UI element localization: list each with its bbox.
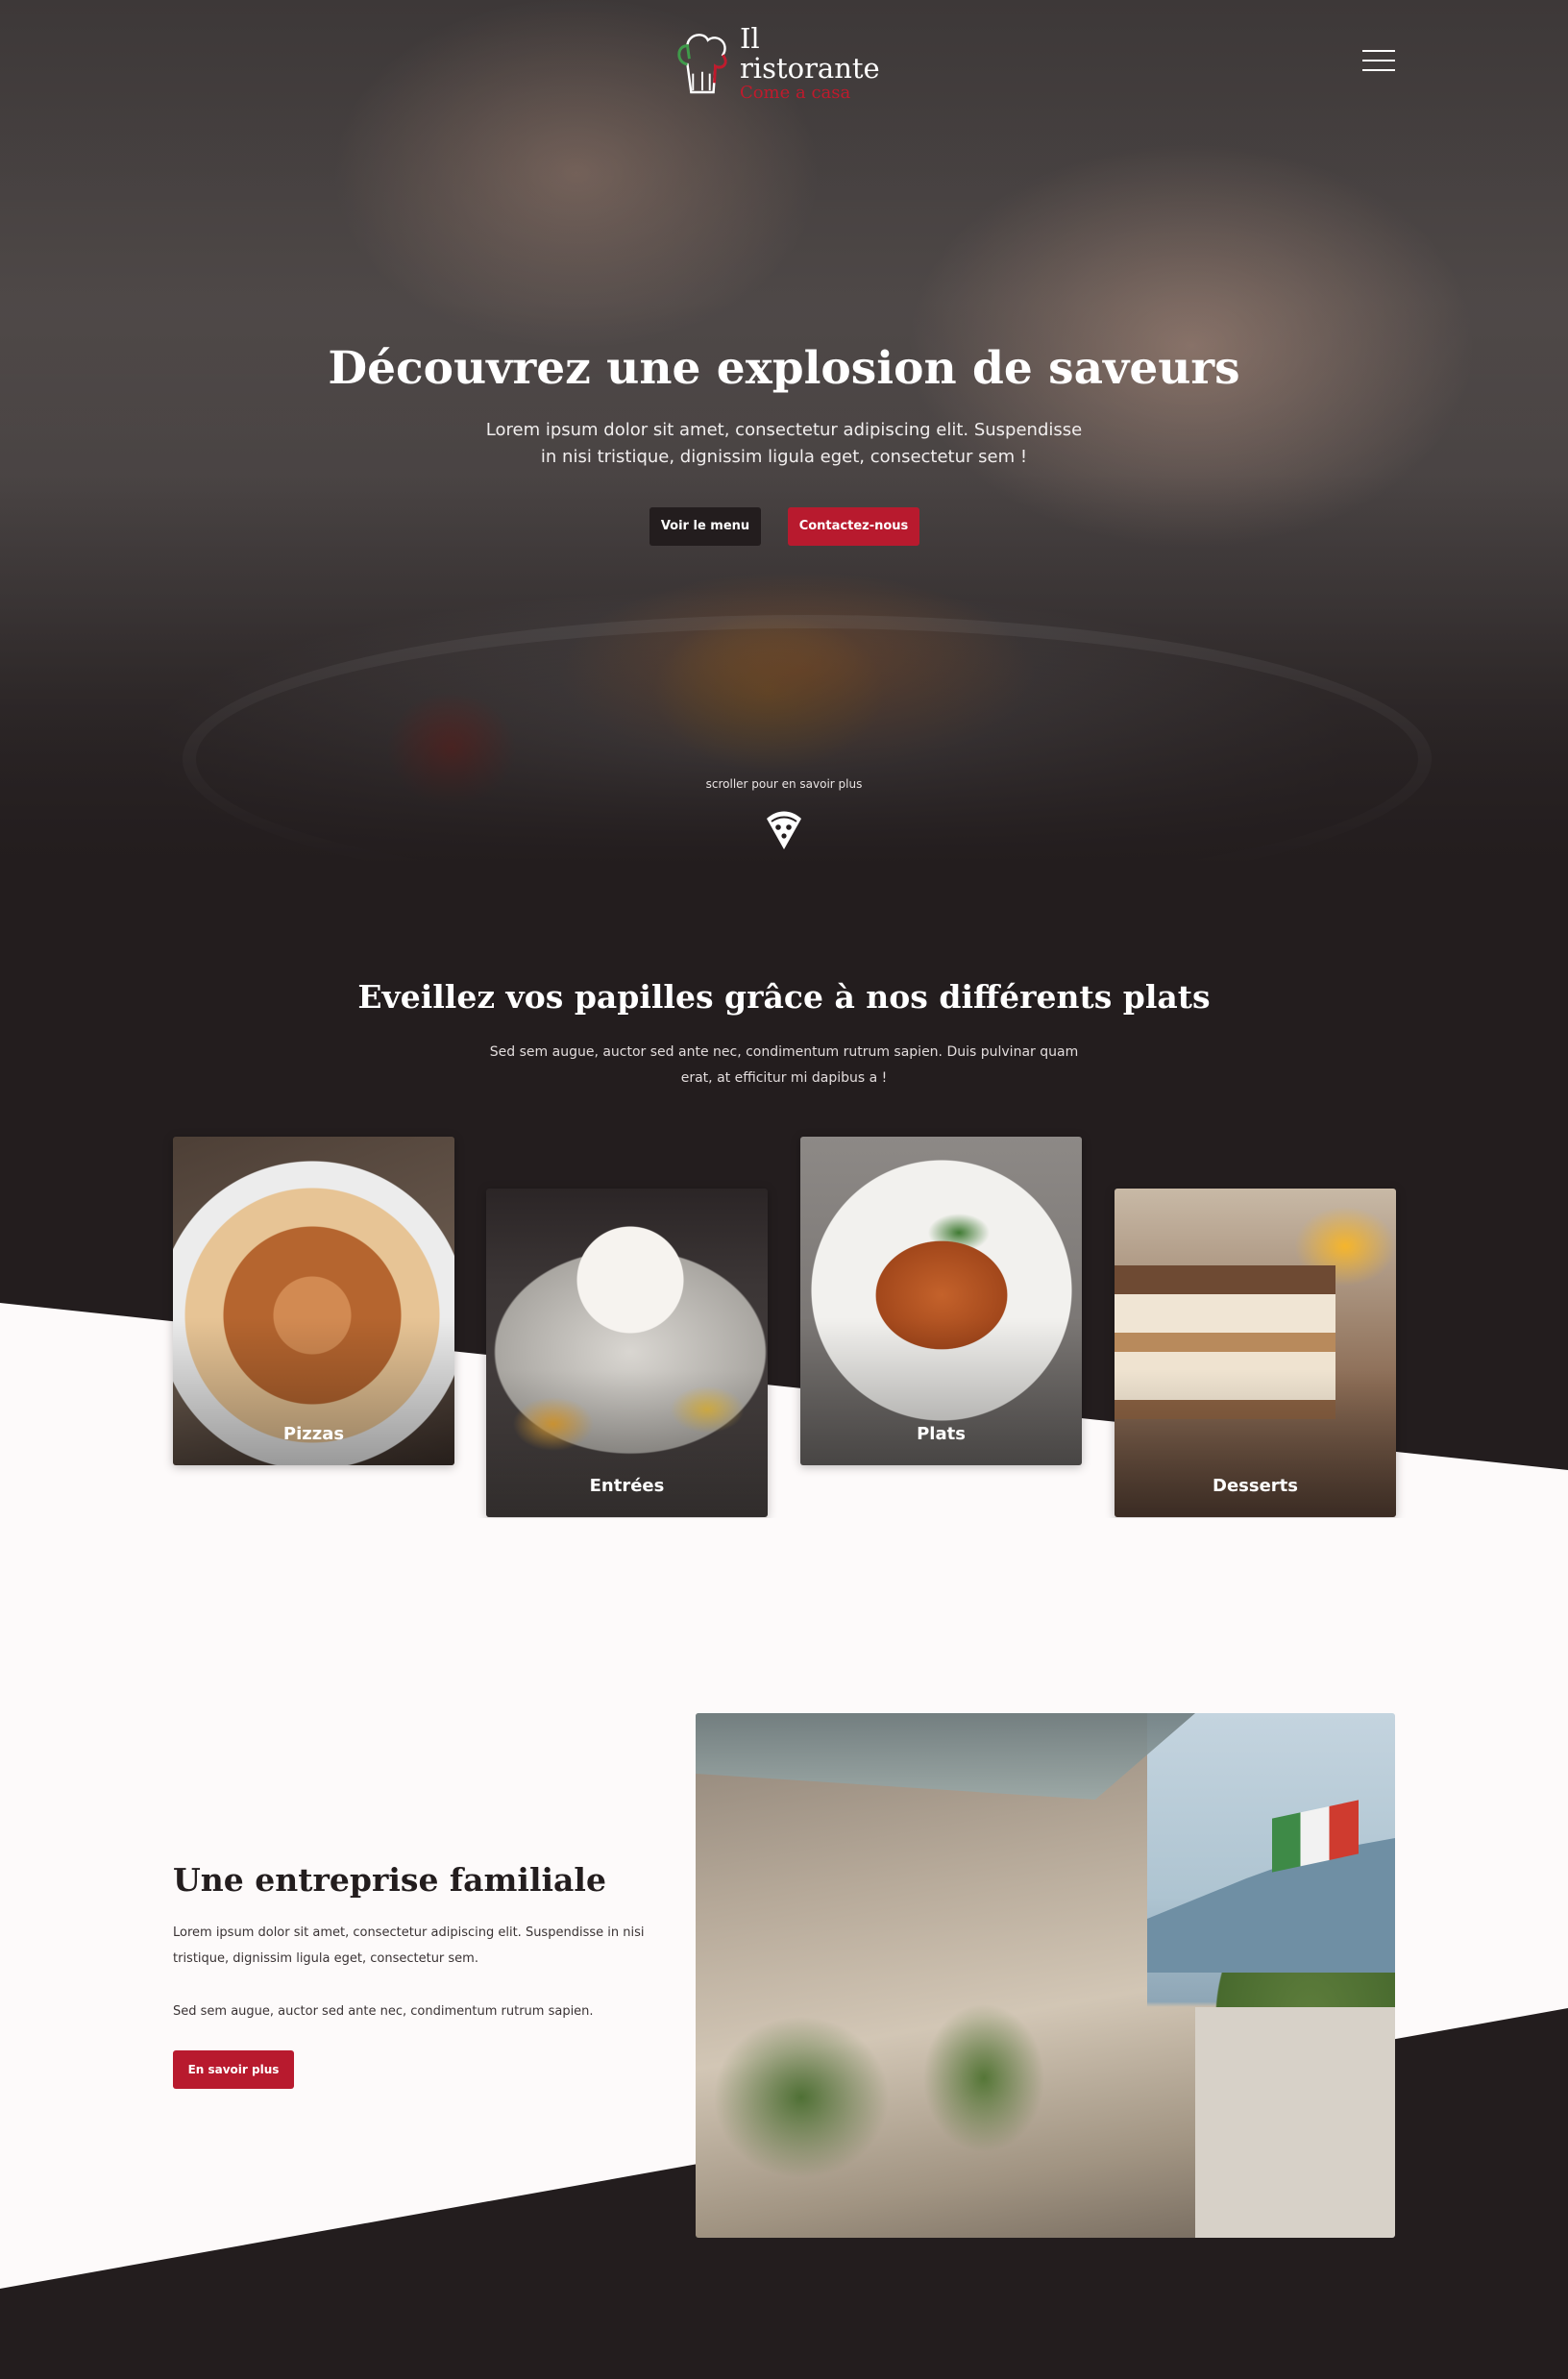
hero-title: Découvrez une explosion de saveurs xyxy=(328,342,1240,395)
dish-card-label: Desserts xyxy=(1213,1476,1298,1496)
restaurant-terrace-photo xyxy=(696,1713,1395,2238)
family-title: Une entreprise familiale xyxy=(173,1861,606,1899)
chef-hat-icon xyxy=(677,34,727,94)
dish-card-desserts[interactable]: Desserts xyxy=(1115,1189,1396,1517)
hamburger-menu-icon[interactable] xyxy=(1362,48,1395,73)
brand-logo[interactable]: Il ristorante Come a casa xyxy=(673,22,903,103)
hero-text: Lorem ipsum dolor sit amet, consectetur … xyxy=(485,420,1083,467)
hero-section: Il ristorante Come a casa Découvrez une … xyxy=(0,0,1568,865)
brand-subtitle: Come a casa xyxy=(739,82,851,103)
family-text: Lorem ipsum dolor sit amet, consectetur … xyxy=(173,1925,645,1966)
dish-card-entrees[interactable]: Entrées xyxy=(486,1189,768,1517)
scroll-hint: scroller pour en savoir plus xyxy=(705,777,863,791)
dishes-text: Sed sem augue, auctor sed ante nec, cond… xyxy=(489,1044,1079,1086)
view-menu-button[interactable]: Voir le menu xyxy=(649,507,761,546)
brand-title: Il ristorante xyxy=(739,22,880,85)
dishes-title: Eveillez vos papilles grâce à nos différ… xyxy=(357,978,1211,1016)
learn-more-button[interactable]: En savoir plus xyxy=(173,2050,294,2089)
pizza-slice-icon[interactable] xyxy=(764,807,804,851)
dish-card-label: Plats xyxy=(917,1424,966,1444)
dish-card-label: Entrées xyxy=(589,1476,665,1496)
contact-button[interactable]: Contactez-nous xyxy=(788,507,919,546)
dish-card-label: Pizzas xyxy=(282,1424,345,1444)
dish-card-plats[interactable]: Plats xyxy=(800,1137,1082,1465)
dish-card-pizzas[interactable]: Pizzas xyxy=(173,1137,454,1465)
family-text-secondary: Sed sem augue, auctor sed ante nec, cond… xyxy=(173,2004,594,2019)
